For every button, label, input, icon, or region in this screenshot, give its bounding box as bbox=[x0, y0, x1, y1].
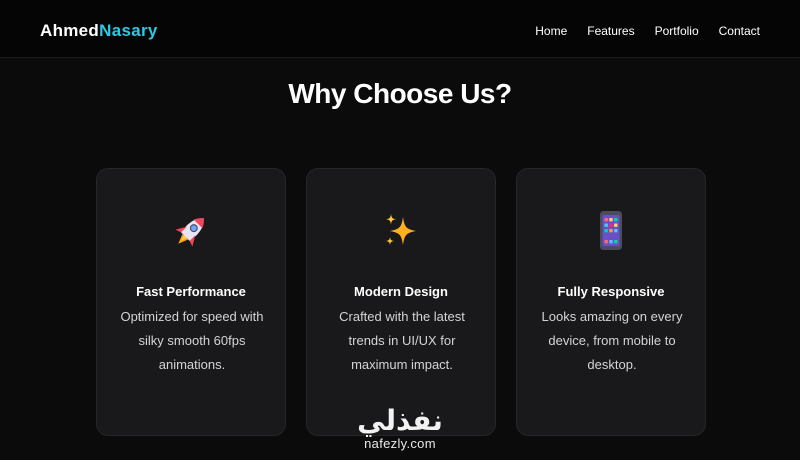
feature-description-line: Optimized for speed with bbox=[120, 309, 264, 324]
mobile-phone-icon bbox=[517, 209, 705, 253]
brand-logo[interactable]: AhmedNasary bbox=[40, 21, 158, 41]
brand-name-second: Nasary bbox=[99, 21, 158, 40]
feature-description-line: Crafted with the latest bbox=[339, 309, 465, 324]
feature-description-line: Looks amazing on every bbox=[541, 309, 683, 324]
section-title: Why Choose Us? bbox=[288, 78, 512, 109]
feature-description-line: device, from mobile to bbox=[548, 333, 676, 348]
feature-description-line: maximum impact. bbox=[351, 357, 453, 372]
watermark-logo: نفذلي nafezly.com bbox=[350, 406, 450, 452]
watermark-arabic-text: نفذلي bbox=[357, 404, 443, 437]
feature-title: Fully Responsive bbox=[557, 284, 665, 299]
nav-links: Home Features Portfolio Contact bbox=[535, 24, 760, 38]
feature-description-line: trends in UI/UX for bbox=[348, 333, 456, 348]
nav-link-portfolio[interactable]: Portfolio bbox=[655, 24, 699, 38]
feature-description-line: desktop. bbox=[587, 357, 637, 372]
feature-description: Looks amazing on every device, from mobi… bbox=[537, 305, 687, 377]
brand-name-first: Ahmed bbox=[40, 21, 100, 40]
feature-card-fast-performance: Fast Performance Optimized for speed wit… bbox=[96, 168, 286, 436]
watermark-domain-text: nafezly.com bbox=[364, 436, 436, 451]
feature-description-line: animations. bbox=[158, 357, 226, 372]
feature-card-fully-responsive: Fully Responsive Looks amazing on every … bbox=[516, 168, 706, 436]
navbar: AhmedNasary Home Features Portfolio Cont… bbox=[0, 0, 800, 58]
feature-description: Crafted with the latest trends in UI/UX … bbox=[327, 305, 477, 377]
feature-card-modern-design: Modern Design Crafted with the latest tr… bbox=[306, 168, 496, 436]
feature-title: Fast Performance bbox=[136, 284, 246, 299]
nav-link-contact[interactable]: Contact bbox=[719, 24, 760, 38]
nav-link-features[interactable]: Features bbox=[587, 24, 634, 38]
feature-description: Optimized for speed with silky smooth 60… bbox=[117, 305, 267, 377]
rocket-icon bbox=[97, 209, 285, 253]
sparkles-icon bbox=[307, 209, 495, 253]
feature-title: Modern Design bbox=[354, 284, 448, 299]
feature-description-line: silky smooth 60fps bbox=[138, 333, 246, 348]
nav-link-home[interactable]: Home bbox=[535, 24, 567, 38]
